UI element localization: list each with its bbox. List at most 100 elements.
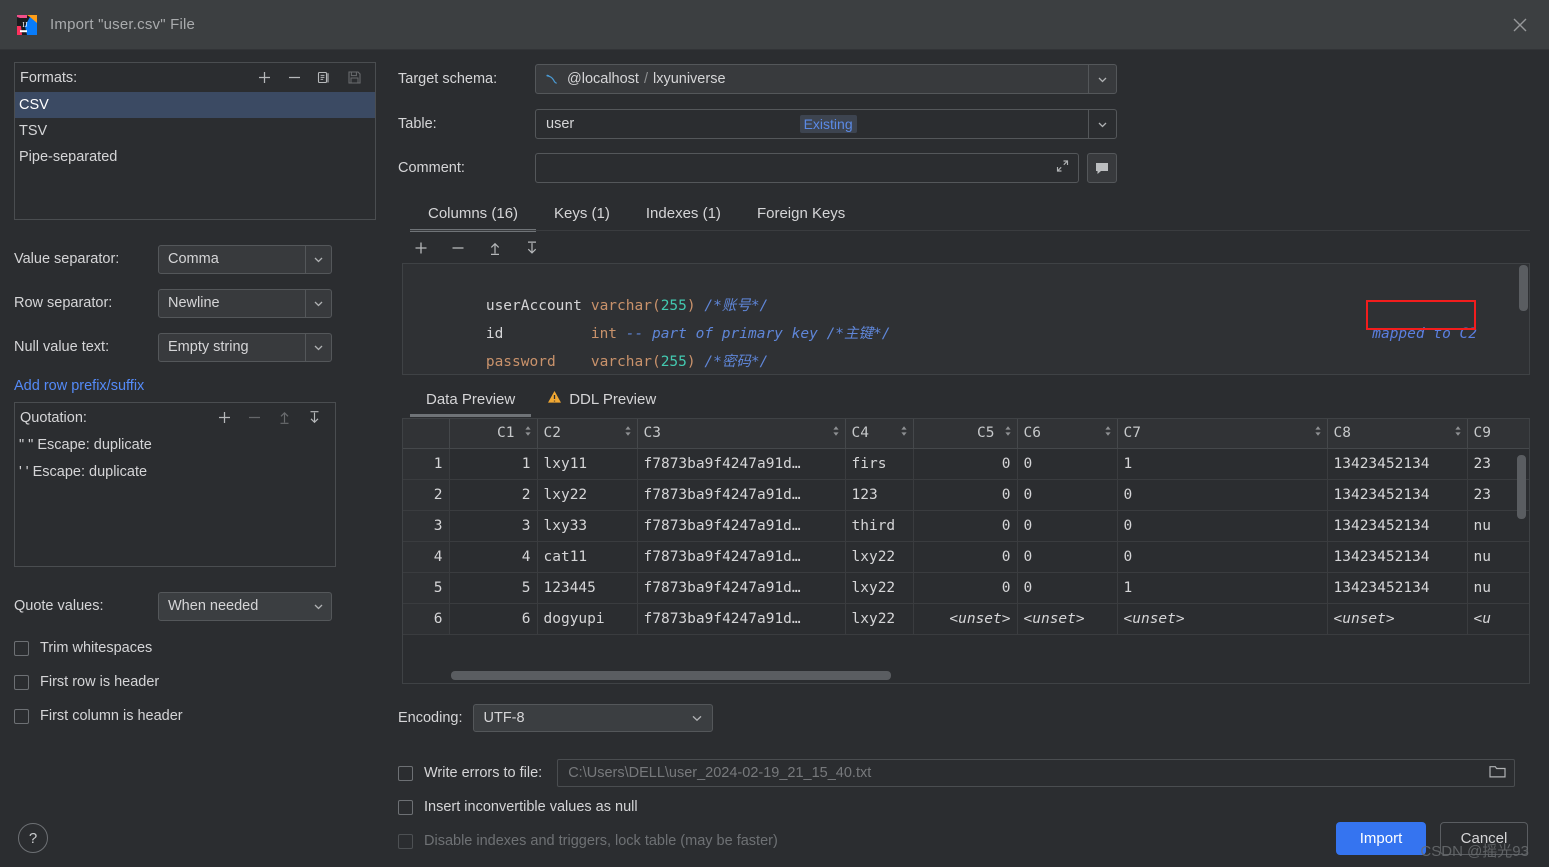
- table-name-input[interactable]: user Existing: [535, 109, 1117, 139]
- grid-vertical-scrollbar[interactable]: [1517, 455, 1526, 519]
- cell-c1[interactable]: 3: [449, 510, 538, 542]
- add-icon[interactable]: [216, 409, 233, 426]
- cell-c6[interactable]: 0: [1017, 479, 1118, 511]
- sort-icon[interactable]: [1004, 425, 1012, 441]
- cell-c1[interactable]: 6: [449, 603, 538, 635]
- cell-c7[interactable]: 1: [1117, 448, 1328, 480]
- table-row[interactable]: 3 3 lxy33 f7873ba9f4247a91d… third 0 0 0…: [403, 510, 1529, 542]
- cell-c5[interactable]: 0: [913, 510, 1018, 542]
- table-row[interactable]: 6 6 dogyupi f7873ba9f4247a91d… lxy22 <un…: [403, 603, 1529, 635]
- cell-c2[interactable]: 123445: [537, 572, 638, 604]
- add-icon[interactable]: [412, 240, 429, 257]
- tab-indexes[interactable]: Indexes (1): [628, 205, 739, 231]
- sort-icon[interactable]: [624, 425, 632, 441]
- first-row-header-row[interactable]: First row is header: [14, 674, 159, 690]
- remove-icon[interactable]: [449, 240, 466, 257]
- error-file-path-input[interactable]: C:\Users\DELL\user_2024-02-19_21_15_40.t…: [557, 759, 1516, 787]
- insert-inconvertible-row[interactable]: Insert inconvertible values as null: [398, 799, 638, 815]
- cell-c8[interactable]: 13423452134: [1327, 448, 1468, 480]
- quotation-item-double[interactable]: " " Escape: duplicate: [15, 432, 335, 459]
- duplicate-icon[interactable]: [316, 69, 333, 86]
- column-row-useraccount[interactable]: userAccount varchar(255) /*账号*/ mapped to…: [403, 264, 1529, 342]
- move-up-icon[interactable]: [486, 240, 503, 257]
- cell-c8[interactable]: 13423452134: [1327, 510, 1468, 542]
- cell-c9[interactable]: <u: [1467, 603, 1529, 635]
- target-schema-select[interactable]: @localhost / lxyuniverse: [535, 64, 1117, 94]
- cell-c5[interactable]: <unset>: [913, 603, 1018, 635]
- data-preview-grid[interactable]: C1 C2 C3 C4 C5 C6 C7 C8 C9 1 1 lxy11 f78…: [402, 418, 1530, 684]
- cell-c6[interactable]: <unset>: [1017, 603, 1118, 635]
- table-row[interactable]: 1 1 lxy11 f7873ba9f4247a91d… firs 0 0 1 …: [403, 448, 1529, 480]
- column-row-password[interactable]: passwordvarchar(255) /*密码*/ mapped to C3: [403, 320, 1529, 370]
- cell-c8[interactable]: 13423452134: [1327, 479, 1468, 511]
- expand-icon[interactable]: [1056, 160, 1069, 177]
- grid-horizontal-scrollbar[interactable]: [451, 671, 891, 680]
- col-header-c8[interactable]: C8: [1327, 419, 1468, 449]
- format-item-tsv[interactable]: TSV: [15, 118, 375, 144]
- col-header-c5[interactable]: C5: [913, 419, 1018, 449]
- help-button[interactable]: ?: [18, 823, 48, 853]
- import-button[interactable]: Import: [1336, 822, 1426, 855]
- cell-c4[interactable]: lxy22: [845, 541, 914, 573]
- cell-c4[interactable]: firs: [845, 448, 914, 480]
- cell-c9[interactable]: nu: [1467, 572, 1529, 604]
- cell-c2[interactable]: lxy11: [537, 448, 638, 480]
- cell-c1[interactable]: 1: [449, 448, 538, 480]
- cell-c4[interactable]: lxy22: [845, 603, 914, 635]
- chevron-down-icon[interactable]: [1088, 110, 1116, 138]
- cell-c6[interactable]: 0: [1017, 448, 1118, 480]
- formats-list[interactable]: CSV TSV Pipe-separated: [15, 92, 375, 219]
- first-row-is-header-checkbox[interactable]: [14, 674, 29, 690]
- cell-c5[interactable]: 0: [913, 541, 1018, 573]
- cell-c3[interactable]: f7873ba9f4247a91d…: [637, 448, 846, 480]
- cell-c7[interactable]: 0: [1117, 479, 1328, 511]
- cell-c3[interactable]: f7873ba9f4247a91d…: [637, 541, 846, 573]
- cell-c6[interactable]: 0: [1017, 541, 1118, 573]
- cell-c3[interactable]: f7873ba9f4247a91d…: [637, 510, 846, 542]
- cell-c9[interactable]: nu: [1467, 541, 1529, 573]
- comment-bubble-icon[interactable]: [1087, 153, 1117, 183]
- col-header-c6[interactable]: C6: [1017, 419, 1118, 449]
- sort-icon[interactable]: [1104, 425, 1112, 441]
- tab-data-preview[interactable]: Data Preview: [410, 391, 532, 417]
- trim-whitespaces-row[interactable]: Trim whitespaces: [14, 640, 152, 656]
- value-separator-select[interactable]: Comma: [158, 244, 332, 274]
- cell-c8[interactable]: 13423452134: [1327, 572, 1468, 604]
- cell-c7[interactable]: <unset>: [1117, 603, 1328, 635]
- cell-c4[interactable]: 123: [845, 479, 914, 511]
- cell-c7[interactable]: 0: [1117, 541, 1328, 573]
- folder-icon[interactable]: [1489, 764, 1506, 783]
- sort-icon[interactable]: [900, 425, 908, 441]
- add-row-prefix-suffix-link[interactable]: Add row prefix/suffix: [14, 378, 144, 394]
- col-header-c9[interactable]: C9: [1467, 419, 1529, 449]
- first-column-is-header-checkbox[interactable]: [14, 708, 29, 724]
- cell-c7[interactable]: 1: [1117, 572, 1328, 604]
- sort-icon[interactable]: [1454, 425, 1462, 441]
- insert-inconvertible-checkbox[interactable]: [398, 799, 413, 815]
- column-row-id[interactable]: id int -- part of primary key /*主键*/: [403, 292, 1529, 342]
- sort-icon[interactable]: [524, 425, 532, 441]
- tab-columns[interactable]: Columns (16): [410, 205, 537, 232]
- encoding-select[interactable]: UTF-8: [472, 704, 713, 732]
- cell-c2[interactable]: lxy33: [537, 510, 638, 542]
- first-column-header-row[interactable]: First column is header: [14, 708, 183, 724]
- move-down-icon[interactable]: [523, 240, 540, 257]
- table-row[interactable]: 4 4 cat11 f7873ba9f4247a91d… lxy22 0 0 0…: [403, 541, 1529, 573]
- row-separator-select[interactable]: Newline: [158, 288, 332, 318]
- sort-icon[interactable]: [832, 425, 840, 441]
- quote-values-select[interactable]: When needed: [158, 591, 332, 621]
- cell-c2[interactable]: cat11: [537, 541, 638, 573]
- cell-c4[interactable]: lxy22: [845, 572, 914, 604]
- cell-c7[interactable]: 0: [1117, 510, 1328, 542]
- cell-c8[interactable]: <unset>: [1327, 603, 1468, 635]
- col-header-c3[interactable]: C3: [637, 419, 846, 449]
- col-header-c2[interactable]: C2: [537, 419, 638, 449]
- col-header-c1[interactable]: C1: [449, 419, 538, 449]
- col-header-c4[interactable]: C4: [845, 419, 914, 449]
- cell-c5[interactable]: 0: [913, 448, 1018, 480]
- format-item-pipe-separated[interactable]: Pipe-separated: [15, 144, 375, 170]
- cell-c5[interactable]: 0: [913, 479, 1018, 511]
- cell-c6[interactable]: 0: [1017, 510, 1118, 542]
- columns-editor[interactable]: userAccount varchar(255) /*账号*/ mapped to…: [402, 263, 1530, 375]
- col-header-c7[interactable]: C7: [1117, 419, 1328, 449]
